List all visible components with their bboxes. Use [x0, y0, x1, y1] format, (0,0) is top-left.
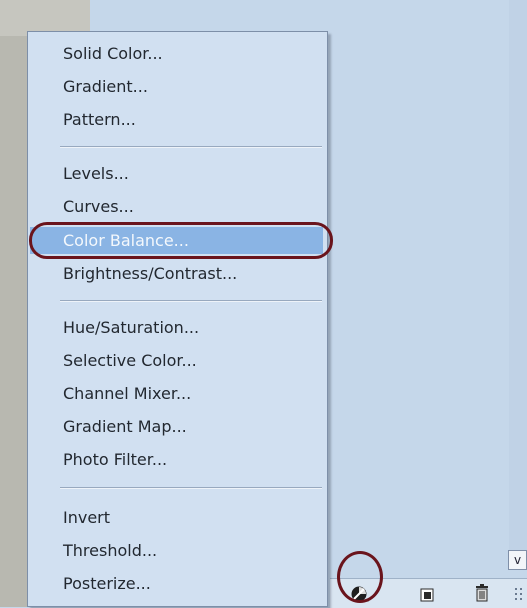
trash-icon[interactable] — [475, 584, 489, 606]
highlight-annotation — [29, 222, 333, 259]
new-layer-icon[interactable] — [420, 587, 434, 606]
menu-separator — [60, 300, 322, 302]
menu-item-brightness-contrast[interactable]: Brightness/Contrast... — [30, 260, 323, 287]
menu-item-gradient-map[interactable]: Gradient Map... — [30, 413, 323, 440]
menu-item-selective-color[interactable]: Selective Color... — [30, 347, 323, 374]
menu-item-gradient[interactable]: Gradient... — [30, 73, 323, 100]
menu-item-invert[interactable]: Invert — [30, 504, 323, 531]
menu-item-levels[interactable]: Levels... — [30, 160, 323, 187]
button-annotation — [337, 551, 383, 603]
menu-item-channel-mixer[interactable]: Channel Mixer... — [30, 380, 323, 407]
menu-item-curves[interactable]: Curves... — [30, 193, 323, 220]
menu-separator — [60, 146, 322, 148]
menu-item-pattern[interactable]: Pattern... — [30, 106, 323, 133]
menu-separator — [60, 487, 322, 489]
menu-item-threshold[interactable]: Threshold... — [30, 537, 323, 564]
menu-item-posterize[interactable]: Posterize... — [30, 570, 323, 597]
panel-right-edge — [509, 0, 527, 560]
adjustment-layer-menu: Solid Color... Gradient... Pattern... Le… — [27, 31, 328, 607]
resize-grip-icon[interactable] — [513, 585, 525, 605]
menu-item-solid-color[interactable]: Solid Color... — [30, 40, 323, 67]
menu-item-hue-saturation[interactable]: Hue/Saturation... — [30, 314, 323, 341]
scroll-down-button[interactable]: v — [508, 550, 527, 570]
menu-item-photo-filter[interactable]: Photo Filter... — [30, 446, 323, 473]
